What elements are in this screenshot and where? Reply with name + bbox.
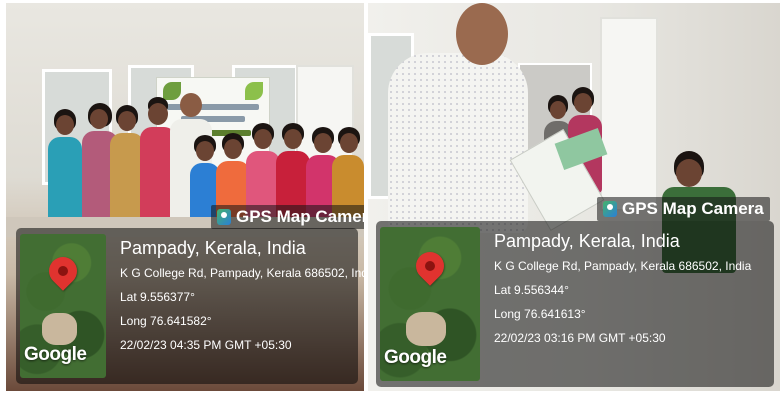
google-logo: Google: [24, 344, 87, 365]
address: K G College Rd, Pampady, Kerala 686502, …: [120, 266, 364, 280]
location-details: Pampady, Kerala, India K G College Rd, P…: [494, 229, 751, 354]
satellite-map-thumbnail: Google: [380, 227, 480, 381]
badge-label: GPS Map Camera: [236, 207, 364, 226]
google-logo: Google: [384, 347, 447, 368]
place-name: Pampady, Kerala, India: [120, 238, 306, 258]
shirt: [388, 53, 528, 233]
latitude: Lat 9.556344°: [494, 283, 569, 297]
door: [600, 17, 658, 211]
gps-camera-icon: [603, 201, 617, 217]
date-time: 22/02/23 03:16 PM GMT +05:30: [494, 331, 666, 345]
photo-right: GPS Map Camera Google Pampady, Kerala, I…: [368, 3, 780, 391]
map-pin-icon: [43, 251, 83, 291]
map-clearing: [406, 311, 446, 346]
badge-label: GPS Map Camera: [622, 199, 764, 218]
date-time: 22/02/23 04:35 PM GMT +05:30: [120, 338, 292, 352]
gps-map-camera-badge: GPS Map Camera: [211, 205, 364, 229]
map-clearing: [42, 313, 77, 345]
map-pin-icon: [410, 245, 450, 286]
longitude: Long 76.641613°: [494, 307, 586, 321]
place-name: Pampady, Kerala, India: [494, 231, 680, 251]
head: [456, 3, 508, 65]
location-info-card: Google Pampady, Kerala, India K G Colleg…: [376, 221, 774, 387]
leaf-decoration: [245, 82, 263, 100]
gps-map-camera-badge: GPS Map Camera: [597, 197, 770, 221]
address: K G College Rd, Pampady, Kerala 686502, …: [494, 259, 752, 273]
gps-camera-icon: [217, 209, 231, 225]
latitude: Lat 9.556377°: [120, 290, 195, 304]
satellite-map-thumbnail: Google: [20, 234, 106, 378]
location-details: Pampady, Kerala, India K G College Rd, P…: [120, 236, 364, 361]
location-info-card: Google Pampady, Kerala, India K G Colleg…: [16, 228, 364, 384]
leaf-decoration: [163, 82, 181, 100]
longitude: Long 76.641582°: [120, 314, 212, 328]
photo-left: GPS Map Camera Google Pampady, Kerala, I…: [6, 3, 364, 391]
